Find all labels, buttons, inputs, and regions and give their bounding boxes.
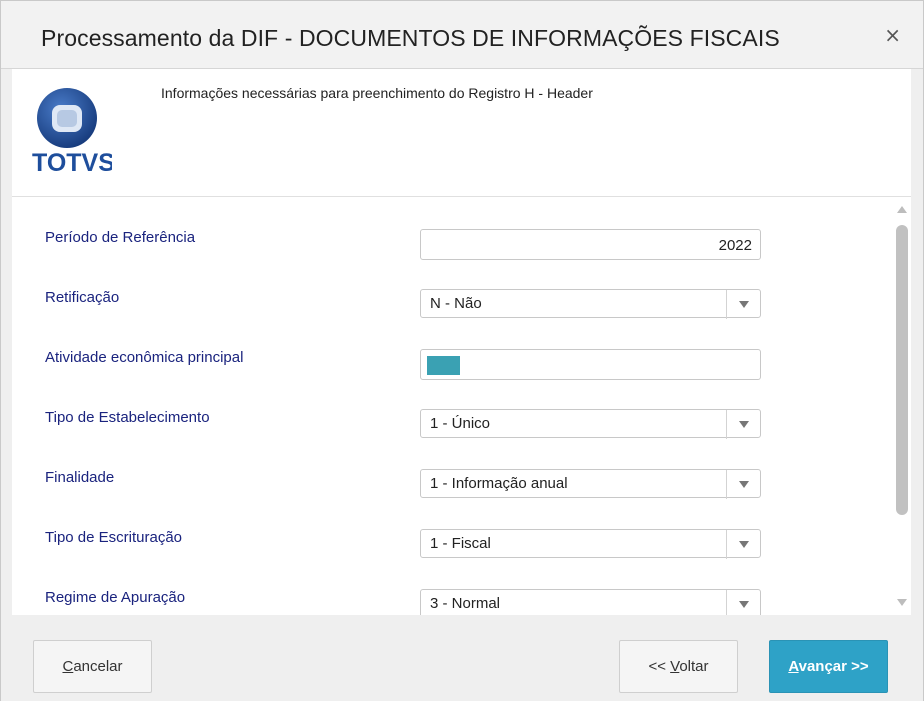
cancel-label: ancelar xyxy=(73,658,123,675)
dialog-title: Processamento da DIF - DOCUMENTOS DE INF… xyxy=(41,25,780,51)
form-row-periodo: Período de Referência 2022 xyxy=(12,227,892,287)
field-value: N - Não xyxy=(430,295,482,312)
regime-apuracao-select[interactable]: 3 - Normal xyxy=(420,589,761,615)
next-button[interactable]: Avançar >> xyxy=(769,640,888,693)
form-row-tipo-escrituracao: Tipo de Escrituração 1 - Fiscal xyxy=(12,527,892,587)
periodo-input[interactable]: 2022 xyxy=(420,229,761,260)
form-row-regime-apuracao: Regime de Apuração 3 - Normal xyxy=(12,587,892,615)
back-button[interactable]: << Voltar xyxy=(619,640,738,693)
next-mnemonic: A xyxy=(788,658,799,675)
form-row-tipo-estabelecimento: Tipo de Estabelecimento 1 - Único xyxy=(12,407,892,467)
header-description: Informações necessárias para preenchimen… xyxy=(161,85,593,101)
retificacao-select[interactable]: N - Não xyxy=(420,289,761,319)
field-value: 1 - Informação anual xyxy=(430,475,568,492)
chevron-down-icon[interactable] xyxy=(726,530,760,559)
vertical-scrollbar[interactable] xyxy=(893,197,911,615)
tipo-escrituracao-select[interactable]: 1 - Fiscal xyxy=(420,529,761,559)
totvs-logo-icon: TOTVS xyxy=(32,88,115,177)
form-row-finalidade: Finalidade 1 - Informação anual xyxy=(12,467,892,527)
back-prefix: << xyxy=(648,658,671,675)
field-value: 3 - Normal xyxy=(430,595,501,612)
field-label: Retificação xyxy=(45,289,120,306)
finalidade-select[interactable]: 1 - Informação anual xyxy=(420,469,761,499)
chevron-down-icon[interactable] xyxy=(726,290,760,319)
close-icon[interactable]: × xyxy=(884,23,901,47)
selected-text-highlight xyxy=(427,356,460,375)
dialog-window: Processamento da DIF - DOCUMENTOS DE INF… xyxy=(0,0,924,701)
cancel-mnemonic: C xyxy=(62,658,74,675)
scroll-up-arrow-icon[interactable] xyxy=(897,206,907,213)
field-label: Finalidade xyxy=(45,469,115,486)
field-label: Regime de Apuração xyxy=(45,589,186,606)
field-value: 1 - Único xyxy=(430,415,491,432)
logo-text: TOTVS xyxy=(32,149,112,177)
tipo-estabelecimento-select[interactable]: 1 - Único xyxy=(420,409,761,439)
form-panel: Período de Referência 2022 Retificação N… xyxy=(12,197,911,615)
form-row-retificacao: Retificação N - Não xyxy=(12,287,892,347)
form-row-atividade: Atividade econômica principal xyxy=(12,347,892,407)
cancel-button[interactable]: Cancelar xyxy=(33,640,152,693)
scroll-thumb[interactable] xyxy=(896,225,908,515)
back-label: oltar xyxy=(679,658,709,675)
atividade-input[interactable] xyxy=(420,349,761,380)
scroll-down-arrow-icon[interactable] xyxy=(897,599,907,606)
field-label: Atividade econômica principal xyxy=(45,349,244,366)
wizard-header: TOTVS Informações necessárias para preen… xyxy=(12,69,911,197)
field-value: 1 - Fiscal xyxy=(430,535,491,552)
back-mnemonic: V xyxy=(670,658,680,675)
title-bar: Processamento da DIF - DOCUMENTOS DE INF… xyxy=(1,1,923,69)
chevron-down-icon[interactable] xyxy=(726,590,760,615)
chevron-down-icon[interactable] xyxy=(726,470,760,499)
field-label: Tipo de Estabelecimento xyxy=(45,409,210,426)
field-label: Tipo de Escrituração xyxy=(45,529,183,546)
footer-bar: Cancelar << Voltar Avançar >> xyxy=(1,617,923,701)
field-value: 2022 xyxy=(718,237,752,254)
field-label: Período de Referência xyxy=(45,229,196,246)
next-label: vançar >> xyxy=(798,658,869,675)
totvs-logo: TOTVS xyxy=(32,85,115,185)
chevron-down-icon[interactable] xyxy=(726,410,760,439)
